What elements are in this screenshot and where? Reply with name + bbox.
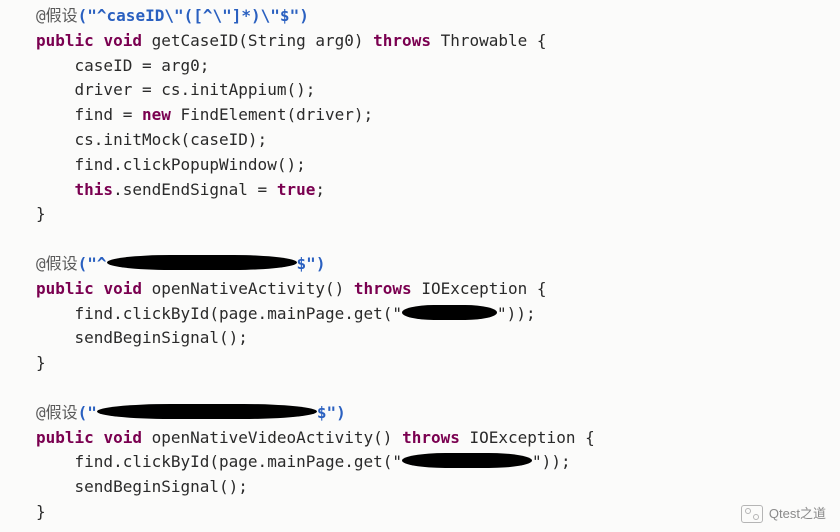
- code-block: @假设("^caseID\"([^\"]*)\"$") public void …: [0, 0, 840, 525]
- watermark-text: Qtest之道: [769, 504, 826, 524]
- redacted-text: [402, 453, 532, 468]
- redacted-text: [97, 404, 317, 419]
- annotation-2: @假设("^$"): [36, 254, 325, 273]
- redacted-text: [402, 305, 497, 320]
- redacted-text: [107, 255, 297, 270]
- annotation-3: @假设("$"): [36, 403, 346, 422]
- annotation-1: @假设("^caseID\"([^\"]*)\"$"): [36, 6, 309, 25]
- wechat-icon: [741, 505, 763, 523]
- watermark: Qtest之道: [741, 504, 826, 524]
